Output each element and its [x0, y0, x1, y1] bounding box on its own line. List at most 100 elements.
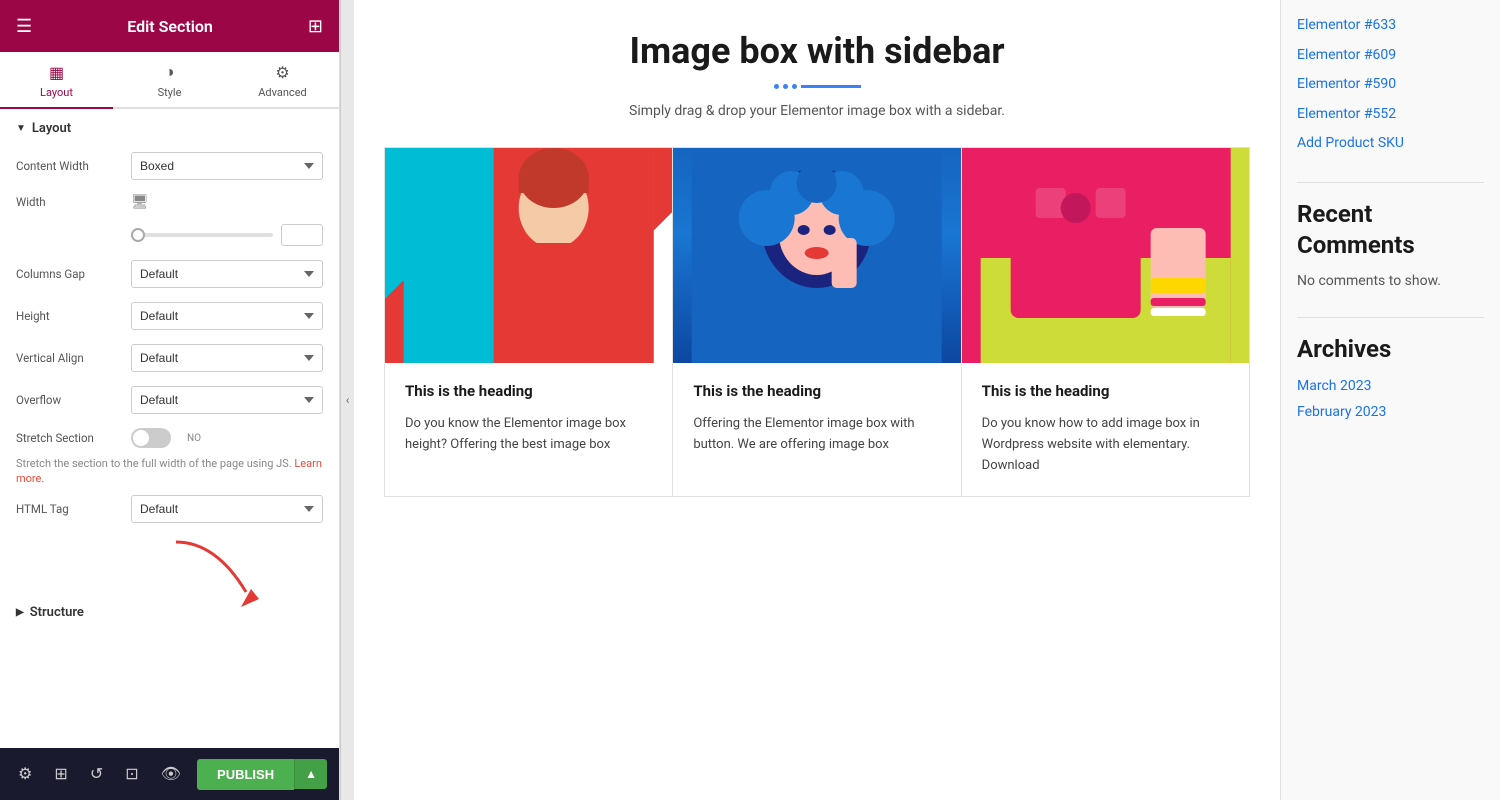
stretch-hint: Stretch the section to the full width of…: [16, 456, 323, 487]
width-slider[interactable]: [131, 233, 273, 237]
overflow-field: Overflow Default Hidden: [16, 386, 323, 414]
image-boxes: This is the heading Do you know the Elem…: [384, 147, 1250, 497]
columns-gap-control[interactable]: Default No Gap Narrow Wide: [131, 260, 323, 288]
image-box-1-text: Do you know the Elementor image box heig…: [405, 414, 652, 456]
divider-1: [1297, 182, 1484, 183]
height-label: Height: [16, 309, 121, 323]
image-box-2-text: Offering the Elementor image box with bu…: [693, 414, 940, 456]
width-slider-row: [16, 224, 323, 246]
image-box-2-img: [673, 148, 960, 363]
vertical-align-select[interactable]: Default Top Middle Bottom: [131, 344, 323, 372]
tab-layout[interactable]: ▦ Layout: [0, 52, 113, 109]
monitor-icon: 🖥: [131, 194, 149, 210]
image-box-2: This is the heading Offering the Element…: [673, 148, 961, 496]
tab-layout-label: Layout: [40, 86, 73, 99]
sidebar-link-2[interactable]: Elementor #590: [1297, 75, 1484, 95]
content-width-control[interactable]: Boxed Full Width: [131, 152, 323, 180]
collapse-icon: ‹: [346, 393, 350, 407]
title-decoration: [384, 84, 1250, 89]
image-box-1-heading: This is the heading: [405, 381, 652, 402]
publish-btn-group: PUBLISH ▲: [197, 759, 327, 790]
hamburger-icon[interactable]: ☰: [16, 16, 32, 37]
dot-group: [774, 84, 797, 89]
no-comments-text: No comments to show.: [1297, 273, 1484, 289]
html-tag-field: HTML Tag Default div header main section: [16, 495, 323, 523]
settings-icon-btn[interactable]: ⚙: [12, 760, 38, 788]
recent-comments-title: Recent Comments: [1297, 199, 1484, 261]
panel-footer: ⚙ ⊞ ↺ ⊡ 👁 PUBLISH ▲: [0, 748, 339, 800]
eye-icon-btn[interactable]: 👁: [155, 760, 187, 788]
image-box-2-content: This is the heading Offering the Element…: [673, 363, 960, 476]
overflow-control[interactable]: Default Hidden: [131, 386, 323, 414]
image-box-1: This is the heading Do you know the Elem…: [385, 148, 673, 496]
overflow-select[interactable]: Default Hidden: [131, 386, 323, 414]
columns-gap-field: Columns Gap Default No Gap Narrow Wide: [16, 260, 323, 288]
dot-1: [774, 84, 779, 89]
content-width-field: Content Width Boxed Full Width: [16, 152, 323, 180]
stretch-section-row: Stretch Section NO: [16, 428, 323, 448]
width-controls: 🖥: [131, 194, 323, 210]
dot-2: [783, 84, 788, 89]
tab-style[interactable]: ◑ Style: [113, 52, 226, 109]
html-tag-label: HTML Tag: [16, 502, 121, 516]
red-arrow-annotation: [16, 537, 323, 597]
tab-style-label: Style: [158, 86, 182, 99]
page-title: Image box with sidebar: [384, 30, 1250, 72]
sidebar-link-4[interactable]: Add Product SKU: [1297, 134, 1484, 154]
content-width-select[interactable]: Boxed Full Width: [131, 152, 323, 180]
width-field: Width 🖥: [16, 194, 323, 210]
height-control[interactable]: Default Full Height Min Height: [131, 302, 323, 330]
sidebar-links: Elementor #633 Elementor #609 Elementor …: [1297, 16, 1484, 154]
overflow-label: Overflow: [16, 393, 121, 407]
columns-gap-label: Columns Gap: [16, 267, 121, 281]
width-value-box[interactable]: [281, 224, 323, 246]
layout-icon: ▦: [49, 63, 64, 82]
vertical-align-control[interactable]: Default Top Middle Bottom: [131, 344, 323, 372]
image-box-3-img: [962, 148, 1249, 363]
right-sidebar: Elementor #633 Elementor #609 Elementor …: [1280, 0, 1500, 800]
html-tag-control[interactable]: Default div header main section: [131, 495, 323, 523]
html-tag-select[interactable]: Default div header main section: [131, 495, 323, 523]
image-box-3: This is the heading Do you know how to a…: [962, 148, 1249, 496]
panel-content: ▼ Layout Content Width Boxed Full Width …: [0, 109, 339, 748]
publish-button[interactable]: PUBLISH: [197, 759, 294, 790]
stretch-label: Stretch Section: [16, 431, 121, 445]
vertical-align-label: Vertical Align: [16, 351, 121, 365]
sidebar-link-3[interactable]: Elementor #552: [1297, 105, 1484, 125]
red-arrow-svg: [76, 537, 296, 617]
image-box-3-content: This is the heading Do you know how to a…: [962, 363, 1249, 496]
publish-arrow-button[interactable]: ▲: [294, 759, 327, 789]
content-width-label: Content Width: [16, 159, 121, 173]
stretch-toggle[interactable]: [131, 428, 171, 448]
collapse-handle[interactable]: ‹: [340, 0, 354, 800]
divider-2: [1297, 317, 1484, 318]
height-field: Height Default Full Height Min Height: [16, 302, 323, 330]
advanced-icon: ⚙: [275, 63, 289, 82]
layout-section-label: Layout: [32, 121, 71, 136]
archive-link-1[interactable]: February 2023: [1297, 404, 1484, 420]
tab-advanced[interactable]: ⚙ Advanced: [226, 52, 339, 109]
panel-title: Edit Section: [127, 17, 213, 36]
sidebar-link-1[interactable]: Elementor #609: [1297, 46, 1484, 66]
grid-icon[interactable]: ⊞: [308, 16, 323, 37]
archive-links: March 2023 February 2023: [1297, 378, 1484, 420]
archive-link-0[interactable]: March 2023: [1297, 378, 1484, 394]
layers-icon-btn[interactable]: ⊞: [48, 760, 73, 788]
columns-gap-select[interactable]: Default No Gap Narrow Wide: [131, 260, 323, 288]
main-content: Image box with sidebar Simply drag & dro…: [354, 0, 1280, 800]
height-select[interactable]: Default Full Height Min Height: [131, 302, 323, 330]
sidebar-link-0[interactable]: Elementor #633: [1297, 16, 1484, 36]
toggle-no-label: NO: [187, 433, 201, 444]
dot-3: [792, 84, 797, 89]
image-box-1-content: This is the heading Do you know the Elem…: [385, 363, 672, 476]
left-panel: ☰ Edit Section ⊞ ▦ Layout ◑ Style ⚙ Adva…: [0, 0, 340, 800]
style-icon: ◑: [165, 62, 175, 82]
history-icon-btn[interactable]: ↺: [84, 760, 109, 788]
archives-title: Archives: [1297, 334, 1484, 365]
responsive-icon-btn[interactable]: ⊡: [119, 760, 144, 788]
vertical-align-field: Vertical Align Default Top Middle Bottom: [16, 344, 323, 372]
panel-tabs: ▦ Layout ◑ Style ⚙ Advanced: [0, 52, 339, 109]
panel-header: ☰ Edit Section ⊞: [0, 0, 339, 52]
image-box-3-heading: This is the heading: [982, 381, 1229, 402]
image-box-2-heading: This is the heading: [693, 381, 940, 402]
